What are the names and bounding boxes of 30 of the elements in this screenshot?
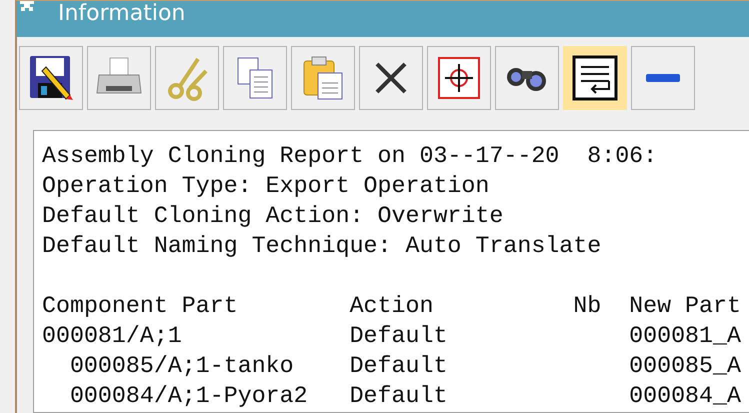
report-line: Operation Type: Export Operation xyxy=(42,172,490,201)
column-header: Component Part xyxy=(42,292,239,321)
table-cell-text: 000085_A xyxy=(629,352,742,381)
target-button[interactable] xyxy=(427,46,491,110)
column-header: Action xyxy=(350,292,434,321)
print-button[interactable] xyxy=(87,46,151,110)
text-wrap-icon xyxy=(572,55,618,101)
paste-button[interactable] xyxy=(291,46,355,110)
report-line: Default Naming Technique: Auto Translate xyxy=(42,232,602,261)
wrap-button[interactable] xyxy=(563,46,627,110)
table-cell-text: Default xyxy=(350,352,448,381)
table-cell-text: Default xyxy=(350,322,448,351)
table-cell-text: Default xyxy=(350,382,448,411)
minimize-button[interactable] xyxy=(631,46,695,110)
table-cell-text: 000084/A;1-Pyora2 xyxy=(68,382,309,411)
table-cell-text: 000084_A xyxy=(629,382,742,411)
report-line: Assembly Cloning Report on 03--17--20 8:06: xyxy=(42,142,658,171)
save-button[interactable] xyxy=(19,46,83,110)
table-cell-text: 000081_A xyxy=(629,322,742,351)
column-header: Nb xyxy=(573,292,602,321)
report-line: Default Cloning Action: Overwrite xyxy=(42,202,504,231)
table-cell-text: 000085/A;1-tanko xyxy=(68,352,295,381)
column-header: New Part xyxy=(629,292,742,321)
crosshair-icon xyxy=(437,56,481,100)
table-cell-text: 000081/A;1 xyxy=(42,322,183,351)
minus-icon xyxy=(646,74,680,82)
delete-button[interactable] xyxy=(359,46,423,110)
copy-button[interactable] xyxy=(223,46,287,110)
find-button[interactable] xyxy=(495,46,559,110)
window-title: Information xyxy=(58,2,186,26)
